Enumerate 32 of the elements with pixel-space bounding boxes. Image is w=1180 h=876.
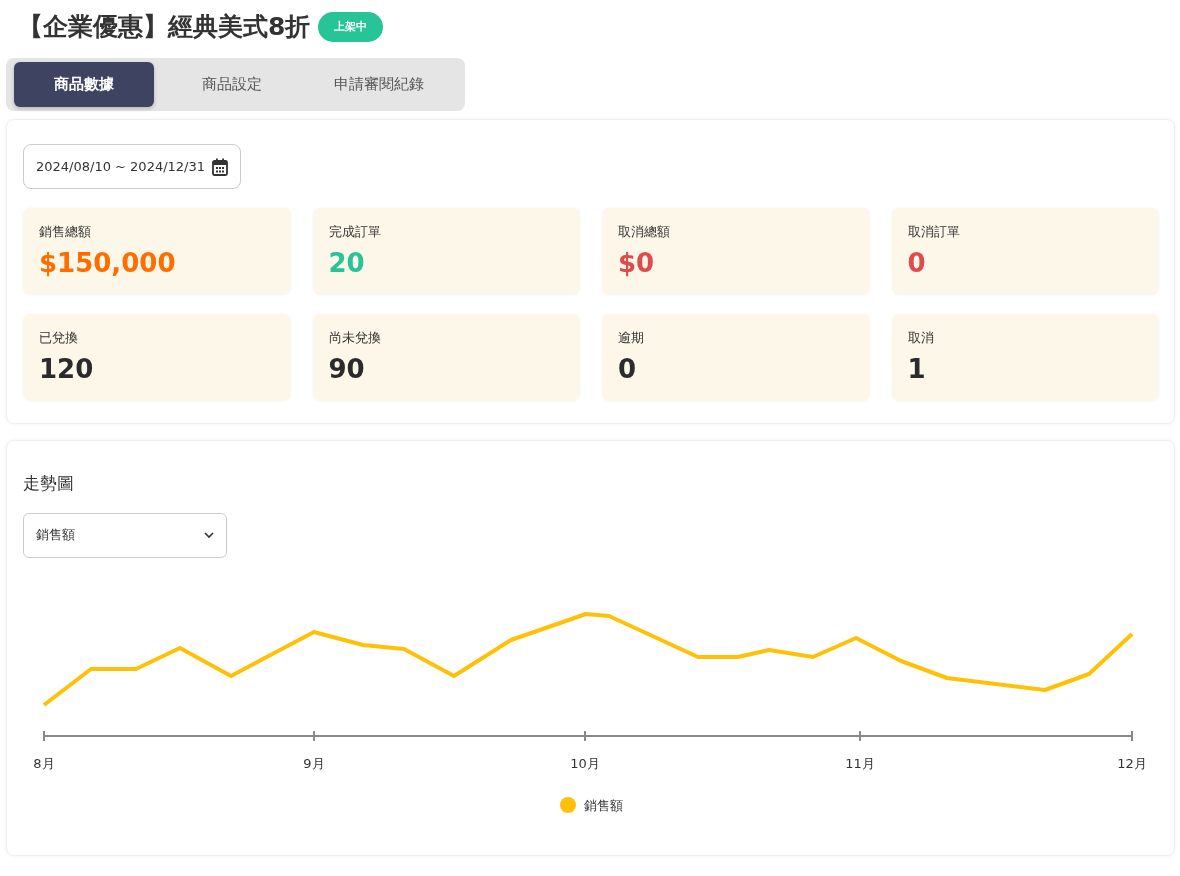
stat-value: 0 [907,247,927,279]
page-title: 【企業優惠】經典美式8折 [18,11,311,44]
stat-label: 取消 [907,329,935,347]
axis-label: 11月 [845,755,875,771]
stat-label: 銷售總額 [39,223,92,241]
stat-label: 取消訂單 [907,223,961,241]
stat-label: 逾期 [618,329,645,347]
stat-value: 20 [328,247,366,279]
stat-value: 120 [39,353,95,385]
axis-label: 10月 [570,755,600,771]
stat-label: 尚未兌換 [328,329,382,347]
stat-value: 90 [328,353,366,385]
stat-label: 完成訂單 [328,223,382,241]
axis-label: 8月 [33,755,55,771]
tab[interactable]: 商品數據 [14,62,154,107]
metric-select[interactable]: 銷售額 [23,512,227,558]
stat-label: 取消總額 [618,223,671,241]
tab[interactable]: 申請審閱紀錄 [309,62,449,107]
stat-value: 1 [907,353,927,385]
stat-value: $0 [618,247,656,279]
axis-label: 12月 [1117,755,1147,771]
stat-value: 0 [618,353,638,385]
chart-title: 走勢圖 [23,472,75,495]
stat-value: $150,000 [39,247,177,279]
stat-label: 已兌換 [39,329,79,347]
axis-label: 9月 [303,755,325,771]
status-badge: 上架中 [318,11,384,43]
tab[interactable]: 商品設定 [161,62,302,107]
chevron-down-icon [204,531,214,539]
calendar-icon [212,157,228,176]
legend-label: 銷售額 [583,796,623,815]
date-range-field[interactable]: 2024/08/10 ~ 2024/12/31 [23,144,241,189]
